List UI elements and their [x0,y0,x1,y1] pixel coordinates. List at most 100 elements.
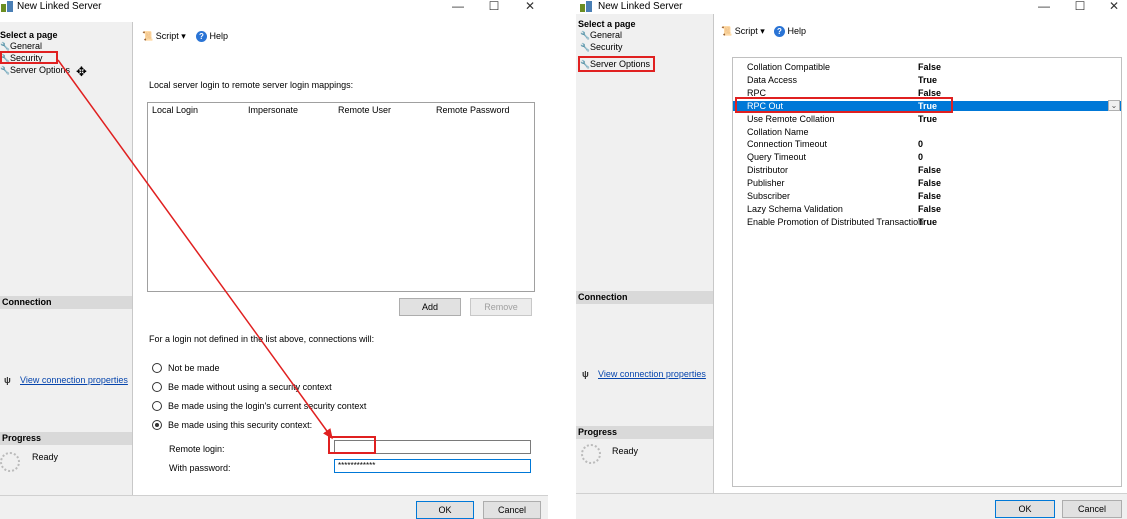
property-row[interactable]: Connection Timeout 0 [733,139,1121,149]
property-row[interactable]: Collation Name [733,127,1121,137]
wrench-icon: 🔧 [580,31,590,40]
chevron-down-icon[interactable]: ▾ [760,26,765,36]
property-name: Distributor [747,165,789,176]
property-value[interactable]: 0 [918,152,923,162]
radio-current-security-context[interactable] [152,401,162,411]
property-name: Subscriber [747,191,791,201]
grid-header-remote-password[interactable]: Remote Password [436,105,510,115]
view-connection-properties-link[interactable]: View connection properties [20,375,128,385]
maximize-button[interactable]: ☐ [1070,0,1090,13]
help-button[interactable]: ? Help [196,31,228,43]
progress-status: Ready [32,452,59,462]
ok-button[interactable]: OK [995,500,1055,518]
progress-status: Ready [612,446,639,456]
chevron-down-icon[interactable]: ▾ [181,31,186,41]
view-connection-properties-link[interactable]: View connection properties [598,369,706,379]
left-title-bar: New Linked Server — ☐ ✕ [0,0,548,14]
undefined-login-label: For a login not defined in the list abov… [149,334,375,344]
progress-spinner-icon [0,452,20,472]
mappings-label: Local server login to remote server logi… [149,80,354,90]
property-value[interactable]: 0 [918,139,923,149]
property-value[interactable]: False [918,165,941,175]
left-dialog-footer: OK Cancel [0,495,548,519]
property-row[interactable]: Distributor False [733,165,1121,175]
property-name: Collation Compatible [747,62,831,72]
radio-label: Be made using this security context: [168,420,313,430]
cancel-button[interactable]: Cancel [1062,500,1122,518]
grid-header-remote-user[interactable]: Remote User [338,105,391,115]
property-name: Use Remote Collation [747,113,835,124]
script-button[interactable]: 📜 Script ▾ [142,31,186,42]
nav-label: Server Options [10,65,71,75]
property-value[interactable]: False [918,204,941,214]
property-value[interactable]: True [918,217,937,227]
nav-item-general[interactable]: 🔧General [580,30,622,41]
window-title: New Linked Server [598,1,683,12]
radio-without-security-context[interactable] [152,382,162,392]
property-value[interactable]: True [918,114,937,124]
security-highlight-box [0,51,58,64]
close-button[interactable]: ✕ [1104,0,1124,13]
property-row[interactable]: Query Timeout 0 [733,152,1121,162]
property-row[interactable]: Lazy Schema Validation False [733,204,1121,214]
add-button[interactable]: Add [399,298,461,316]
property-row[interactable]: Data Access True [733,75,1121,85]
right-page-sidebar: Select a page 🔧General 🔧Security 🔧Server… [576,14,714,493]
linked-server-app-icon [1,1,13,12]
radio-this-security-context[interactable] [152,420,162,430]
left-content-pane: 📜 Script ▾ ? Help Local server login to … [134,22,548,495]
select-page-header: Select a page [0,30,58,40]
server-options-highlight-box [578,56,655,72]
nav-item-security[interactable]: 🔧Security [580,42,623,53]
move-cursor-icon: ✥ [76,64,87,79]
left-page-sidebar: Select a page 🔧General 🔧Security 🔧Server… [0,22,133,495]
help-button[interactable]: ? Help [774,26,806,38]
progress-header: Progress [0,432,132,445]
property-row[interactable]: Subscriber False [733,191,1121,201]
help-icon: ? [774,26,785,38]
property-row[interactable]: Enable Promotion of Distributed Transact… [733,217,1121,227]
property-row[interactable]: Use Remote Collation True [733,114,1121,124]
linked-server-app-icon [580,1,592,12]
radio-label: Not be made [168,363,220,373]
minimize-button[interactable]: — [448,0,468,13]
radio-not-be-made[interactable] [152,363,162,373]
property-row[interactable]: Publisher False [733,178,1121,188]
grid-header-local-login[interactable]: Local Login [152,105,198,115]
property-name: Lazy Schema Validation [747,203,843,214]
property-value[interactable]: False [918,191,941,201]
grid-header-impersonate[interactable]: Impersonate [248,105,298,115]
property-value[interactable]: False [918,62,941,72]
progress-header: Progress [576,426,713,439]
script-icon: 📜 [142,31,154,41]
property-name: Collation Name [747,126,809,137]
connection-icon: ψ [4,375,11,385]
remove-button[interactable]: Remove [470,298,532,316]
cancel-button[interactable]: Cancel [483,501,541,519]
script-button[interactable]: 📜 Script ▾ [721,26,765,37]
close-button[interactable]: ✕ [520,0,540,13]
wrench-icon: 🔧 [580,43,590,52]
server-options-property-grid[interactable]: Collation Compatible False Data Access True… [732,57,1122,487]
right-title-bar: New Linked Server — ☐ ✕ [576,0,1127,14]
password-label: With password: [169,463,231,473]
radio-label: Be made without using a security context [168,382,332,392]
password-input[interactable]: ************ [334,459,531,473]
login-mappings-grid[interactable]: Local Login Impersonate Remote User Remo… [147,102,535,292]
connection-icon: ψ [582,369,589,379]
property-value[interactable]: True [918,75,937,85]
ok-button[interactable]: OK [416,501,474,519]
nav-item-server-options[interactable]: 🔧Server Options [0,65,70,76]
progress-spinner-icon [581,444,601,464]
property-row[interactable]: Collation Compatible False [733,62,1121,72]
chevron-down-icon[interactable]: ⌄ [1108,100,1120,111]
rpc-out-highlight-box [735,97,953,113]
property-value[interactable]: False [918,178,941,188]
property-name: Query Timeout [747,152,807,163]
property-name: Publisher [747,178,785,189]
maximize-button[interactable]: ☐ [484,0,504,13]
minimize-button[interactable]: — [1034,0,1054,13]
right-content-pane: 📜 Script ▾ ? Help Collation Compatible Fa… [715,14,1127,493]
remote-login-highlight-box [328,436,376,454]
right-dialog-window: New Linked Server — ☐ ✕ Select a page 🔧G… [576,0,1127,519]
